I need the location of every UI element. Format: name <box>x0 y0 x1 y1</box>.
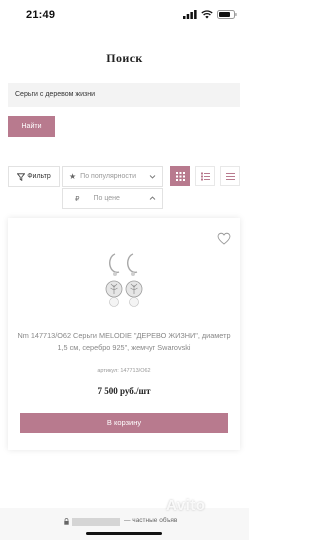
browser-url-bar[interactable]: — частные объяв <box>0 508 249 540</box>
chevron-up-icon <box>149 196 156 200</box>
list-view-icon <box>200 172 210 180</box>
status-time: 21:49 <box>26 9 56 21</box>
add-to-cart-button[interactable]: В корзину <box>20 413 228 433</box>
rows-view-button[interactable] <box>220 166 240 186</box>
lock-icon <box>64 518 69 525</box>
grid-view-icon <box>175 171 185 181</box>
wifi-icon <box>201 10 213 19</box>
avito-watermark: Avito <box>166 497 206 514</box>
filter-button[interactable]: Фильтр <box>8 166 60 187</box>
signal-icon <box>183 10 197 19</box>
status-bar: 21:49 <box>0 0 249 30</box>
search-input[interactable]: Серьги с деревом жизни <box>8 83 240 107</box>
status-icons <box>183 10 237 19</box>
product-sku: артикул: 147713/О62 <box>97 368 151 374</box>
price-sort-label: По цене <box>93 195 120 202</box>
product-name[interactable]: Nm 147713/О62 Серьги MELODIE "ДЕРЕВО ЖИЗ… <box>16 330 232 353</box>
price-sort-select[interactable]: ₽ По цене <box>62 188 163 209</box>
funnel-icon <box>17 172 26 181</box>
search-button[interactable]: Найти <box>8 116 55 137</box>
star-icon: ★ <box>69 172 77 181</box>
sort-select[interactable]: ★ По популярности <box>62 166 163 187</box>
home-indicator[interactable] <box>86 532 162 535</box>
ruble-sign: ₽ <box>75 195 80 203</box>
rows-view-icon <box>225 172 235 180</box>
url-text: — частные объяв <box>124 517 178 524</box>
filter-label: Фильтр <box>27 173 51 180</box>
grid-view-button[interactable] <box>170 166 190 186</box>
product-image[interactable] <box>98 246 154 320</box>
list-view-button[interactable] <box>195 166 215 186</box>
chevron-down-icon <box>149 175 156 179</box>
product-card[interactable]: Nm 147713/О62 Серьги MELODIE "ДЕРЕВО ЖИЗ… <box>8 218 240 450</box>
battery-icon <box>217 10 237 19</box>
sort-label: По популярности <box>80 173 137 180</box>
page-title: Поиск <box>106 51 143 65</box>
heart-icon[interactable] <box>217 232 231 245</box>
url-redacted <box>72 518 120 526</box>
product-price: 7 500 руб./шт <box>97 386 151 396</box>
